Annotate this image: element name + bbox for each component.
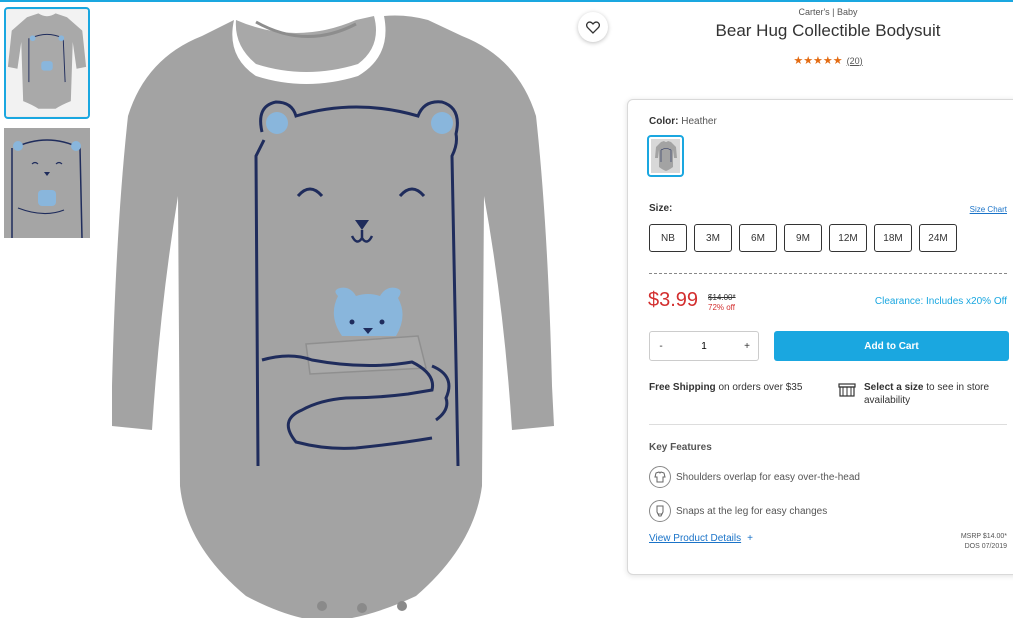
product-title: Bear Hug Collectible Bodysuit (715, 21, 941, 40)
bodysuit-thumbnail-image (6, 9, 88, 117)
bodysuit-illustration (106, 6, 612, 638)
product-main-image (106, 6, 612, 638)
quantity-decrease-button[interactable]: - (650, 341, 672, 352)
feature-text: Shoulders overlap for easy over-the-head (676, 471, 860, 483)
purchase-card: Color: Heather Size: Size Chart NB 3M 6M… (627, 99, 1013, 575)
feature-text: Snaps at the leg for easy changes (676, 505, 828, 517)
top-accent-line (0, 0, 1013, 2)
shipping-info: Free Shipping on orders over $35 (649, 381, 819, 394)
size-option-12m[interactable]: 12M (829, 224, 867, 252)
thumbnail-1[interactable] (4, 7, 90, 119)
color-swatch-heather[interactable] (647, 135, 684, 177)
bodysuit-swatch-icon (654, 141, 677, 171)
size-option-24m[interactable]: 24M (919, 224, 957, 252)
brand-breadcrumb[interactable]: Carter's | Baby (620, 7, 1013, 17)
plus-icon[interactable]: + (747, 533, 753, 544)
swatch-image (651, 139, 680, 173)
quantity-input[interactable] (684, 340, 724, 352)
section-divider (649, 424, 1007, 425)
heart-icon (586, 20, 600, 34)
size-option-6m[interactable]: 6M (739, 224, 777, 252)
view-product-details-link[interactable]: View Product Details + (649, 533, 753, 544)
store-icon (838, 383, 856, 397)
leg-snaps-icon (649, 500, 671, 522)
color-value: Heather (681, 116, 717, 127)
msrp-text: MSRP $14.00* (960, 533, 1007, 540)
size-options: NB 3M 6M 9M 12M 18M 24M (649, 224, 957, 252)
size-option-9m[interactable]: 9M (784, 224, 822, 252)
add-to-cart-button[interactable]: Add to Cart (774, 331, 1009, 361)
sale-price: $3.99 (648, 289, 699, 311)
rating-row: ★★★★★ (20) (620, 54, 1013, 67)
quantity-increase-button[interactable]: + (736, 341, 758, 352)
shipping-text: on orders over $35 (715, 382, 803, 393)
favorite-button[interactable] (578, 12, 608, 42)
size-option-18m[interactable]: 18M (874, 224, 912, 252)
original-price: $14.00* (708, 293, 736, 302)
dashed-divider (649, 273, 1007, 274)
size-chart-link[interactable]: Size Chart (970, 205, 1007, 214)
overlap-shoulder-icon (649, 466, 671, 488)
color-label-row: Color: Heather (649, 116, 717, 127)
shipping-bold: Free Shipping (649, 382, 716, 393)
bodysuit-closeup-thumbnail-image (4, 128, 90, 238)
star-rating: ★★★★★ (793, 54, 843, 67)
feature-item: Snaps at the leg for easy changes (649, 500, 827, 522)
review-count-link[interactable]: (20) (847, 56, 863, 66)
key-features-title: Key Features (649, 442, 712, 453)
store-bold[interactable]: Select a size (864, 382, 923, 393)
discount-percent: 72% off (708, 303, 735, 312)
size-option-3m[interactable]: 3M (694, 224, 732, 252)
quantity-stepper: - + (649, 331, 759, 361)
view-details-text[interactable]: View Product Details (649, 533, 741, 544)
color-label: Color: (649, 116, 679, 127)
size-option-nb[interactable]: NB (649, 224, 687, 252)
store-availability: Select a size to see in store availabili… (864, 381, 1013, 407)
thumbnail-2[interactable] (4, 128, 90, 238)
size-label: Size: (649, 203, 673, 214)
msrp-info: MSRP $14.00* DOS 07/2019 (961, 532, 1007, 552)
feature-item: Shoulders overlap for easy over-the-head (649, 466, 860, 488)
clearance-note: Clearance: Includes x20% Off (874, 296, 1007, 307)
dos-text: DOS 07/2019 (964, 543, 1007, 550)
